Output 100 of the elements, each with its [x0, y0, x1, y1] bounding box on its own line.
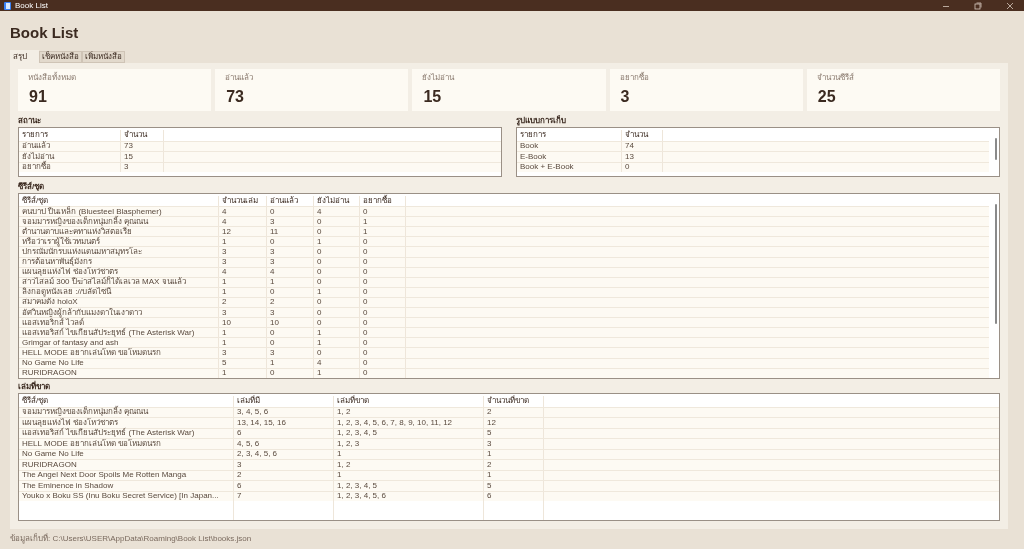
table-cell: 3 [121, 162, 164, 172]
table-cell: 1, 2, 3, 4, 5 [334, 481, 484, 491]
table-cell: 0 [360, 247, 406, 257]
table-cell: RURIDRAGON [19, 460, 234, 470]
section-title: รูปแบบการเก็บ [516, 117, 567, 125]
table-cell: 0 [267, 287, 314, 297]
table-cell: 5 [219, 358, 267, 368]
table-cell: RURIDRAGON [19, 368, 219, 378]
table-cell: 3 [267, 257, 314, 267]
table-cell: 0 [360, 358, 406, 368]
table-cell: 1 [314, 287, 360, 297]
table-cell: 12 [484, 418, 544, 428]
table-cell: 1, 2, 3, 4, 5, 6, 7, 8, 9, 10, 11, 12 [334, 418, 484, 428]
column-header[interactable]: จำนวนที่ขาด [484, 396, 544, 407]
table-cell: 0 [314, 348, 360, 358]
table-cell: 1, 2, 3 [334, 439, 484, 449]
table-cell: 3 [267, 348, 314, 358]
table-cell: แผนลุยแห่งไฟ ช่องโหว่ชาตร [19, 267, 219, 277]
table-cell: 7 [234, 491, 334, 501]
table-cell: 6 [234, 481, 334, 491]
table-cell: 6 [484, 491, 544, 501]
stat-value: 73 [225, 89, 244, 105]
stat-label: อยากซื้อ [619, 74, 649, 82]
tab[interactable]: เช็คหนังสือ [39, 51, 82, 63]
table-cell: 4 [219, 267, 267, 277]
table-cell: 4, 5, 6 [234, 439, 334, 449]
table-cell: อยากซื้อ [19, 162, 121, 172]
column-header[interactable]: รายการ [517, 130, 622, 141]
table-cell: 13 [622, 152, 663, 162]
table-cell: 0 [360, 257, 406, 267]
table-cell: สาวไสลม์ 300 ปีฆ่าสไลม์ก็ได้เลเวล MAX จนแล้ว [19, 277, 219, 287]
tab[interactable]: เพิ่มหนังสือ [82, 51, 125, 63]
table-cell: 1 [219, 368, 267, 378]
table-cell: HELL MODE อยากเล่นโหด ขอโหมดนรก [19, 439, 234, 449]
table-cell: E-Book [517, 152, 622, 162]
table-cell: 1 [267, 277, 314, 287]
table-cell: 3 [219, 247, 267, 257]
table-cell: 3 [267, 247, 314, 257]
close-icon[interactable] [1006, 1, 1014, 10]
stat-label: ยังไม่อ่าน [422, 74, 455, 82]
section-title: ซีรีส์/ชุด [18, 183, 46, 191]
page-heading: Book List [10, 24, 79, 41]
table-cell: 13, 14, 15, 16 [234, 418, 334, 428]
window-title: Book List [15, 1, 48, 10]
tab[interactable]: สรุป [10, 50, 39, 63]
table-cell: 0 [314, 277, 360, 287]
table-cell: 0 [314, 257, 360, 267]
table-cell: 0 [314, 247, 360, 257]
table-cell: ปกรณัมนักรบแห่งแดนมหาสมุทรโละ [19, 247, 219, 257]
table-cell: 0 [360, 348, 406, 358]
table-cell: 4 [267, 267, 314, 277]
stat-label: อ่านแล้ว [225, 74, 254, 82]
restore-icon[interactable] [974, 1, 982, 10]
stat-label: หนังสือทั้งหมด [28, 74, 76, 82]
table-cell: 3 [484, 439, 544, 449]
table-cell: 15 [121, 152, 164, 162]
table-cell: No Game No Life [19, 358, 219, 368]
table-cell: HELL MODE อยากเล่นโหด ขอโหมดนรก [19, 348, 219, 358]
stat-label: จำนวนซีรีส์ [816, 74, 854, 82]
column-header[interactable]: เล่มที่ขาด [334, 396, 484, 407]
scrollbar[interactable] [995, 138, 997, 160]
stat-value: 25 [816, 89, 836, 105]
stat-value: 91 [28, 89, 47, 105]
table-cell: 0 [360, 368, 406, 378]
table-cell: 0 [360, 277, 406, 287]
table-cell: 1, 2 [334, 460, 484, 470]
column-header[interactable]: รายการ [19, 130, 121, 141]
table-cell: 0 [622, 162, 663, 172]
column-header[interactable]: จำนวน [121, 130, 164, 141]
column-header[interactable]: จำนวน [622, 130, 663, 141]
stat-value: 3 [619, 89, 630, 105]
table-cell: 3 [234, 460, 334, 470]
table-cell: The Eminence in Shadow [19, 481, 234, 491]
table-cell: 5 [484, 481, 544, 491]
table-cell: 4 [314, 358, 360, 368]
table-cell: 1 [314, 368, 360, 378]
table-cell: 3 [219, 257, 267, 267]
status-bar-text: ข้อมูลเก็บที่: C:\Users\USER\AppData\Roaming\Book List\books.json [10, 535, 252, 543]
table-cell: Book + E-Book [517, 162, 622, 172]
app-icon [4, 1, 11, 10]
table-cell: ยังไม่อ่าน [19, 152, 121, 162]
table-cell: 1 [219, 277, 267, 287]
table-cell: 1, 2, 3, 4, 5, 6 [334, 491, 484, 501]
table-cell: 0 [267, 368, 314, 378]
table-cell: ลิงกอดูหนังเลย ://บลัดไซนี [19, 287, 219, 297]
table-cell: แผนลุยแห่งไฟ ช่องโหว่ชาตร [19, 418, 234, 428]
column-header[interactable]: ซีรีส์/ชุด [19, 396, 234, 407]
scrollbar[interactable] [995, 204, 997, 324]
table-cell: 1 [267, 358, 314, 368]
table-cell: 2 [484, 460, 544, 470]
table-cell: 0 [360, 267, 406, 277]
table-cell: การต้อนหาพันธุ์มังกร [19, 257, 219, 267]
section-title: เล่มที่ขาด [18, 383, 50, 391]
table-cell: 0 [360, 287, 406, 297]
table-cell: Youko x Boku SS (Inu Boku Secret Service) [In Japan... [19, 491, 234, 501]
table-cell: 3 [219, 348, 267, 358]
stat-value: 15 [422, 89, 442, 105]
section-title: สถานะ [18, 117, 42, 125]
column-header[interactable]: เล่มที่มี [234, 396, 334, 407]
table-cell: 0 [314, 267, 360, 277]
